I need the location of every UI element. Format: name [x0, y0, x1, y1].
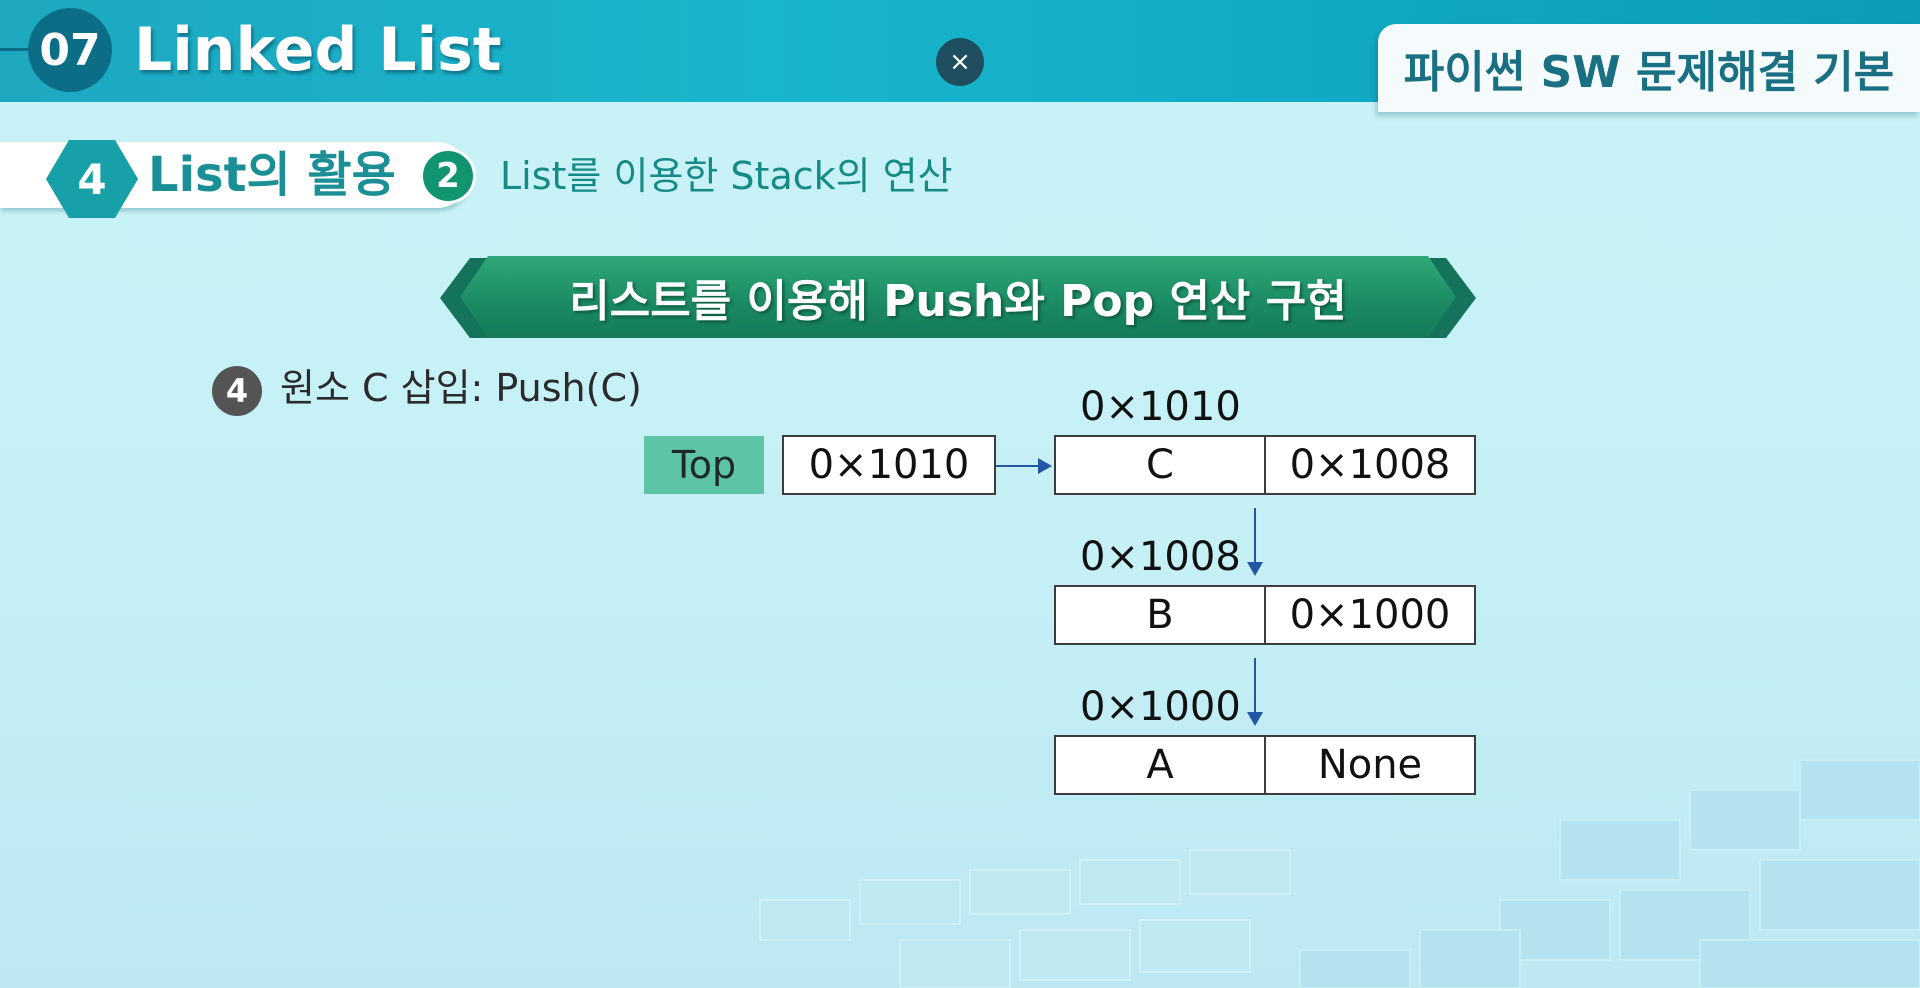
- topic-banner: 리스트를 이용해 Push와 Pop 연산 구현: [460, 256, 1456, 338]
- link-arrow-shaft: [1254, 508, 1256, 564]
- chapter-number-badge: 07: [28, 8, 112, 92]
- top-pointer-value: 0×1010: [782, 435, 996, 495]
- course-title-tab: 파이썬 SW 문제해결 기본: [1378, 24, 1920, 112]
- top-to-node-arrow: [996, 465, 1042, 467]
- node-data-cell: B: [1054, 585, 1266, 645]
- step-number-badge: 4: [212, 366, 262, 416]
- subsection-title: List를 이용한 Stack의 연산: [500, 154, 953, 198]
- link-arrowhead: [1247, 712, 1263, 726]
- link-arrowhead: [1247, 562, 1263, 576]
- node-address-label: 0×1008: [1080, 534, 1241, 580]
- node-link-cell: 0×1000: [1264, 585, 1476, 645]
- close-button[interactable]: ×: [936, 38, 984, 86]
- node-address-label: 0×1000: [1080, 684, 1241, 730]
- close-icon: ×: [949, 47, 971, 77]
- subsection-number-badge: 2: [420, 148, 476, 204]
- top-to-node-arrowhead: [1038, 458, 1052, 474]
- chapter-title: Linked List: [134, 15, 502, 85]
- background-cubes-decoration: [759, 759, 1920, 988]
- node-link-cell: 0×1008: [1264, 435, 1476, 495]
- node-link-cell: None: [1264, 735, 1476, 795]
- node-data-cell: C: [1054, 435, 1266, 495]
- banner-text: 리스트를 이용해 Push와 Pop 연산 구현: [569, 276, 1347, 327]
- section-title: List의 활용: [148, 147, 396, 203]
- node-address-label: 0×1010: [1080, 384, 1241, 430]
- course-title: 파이썬 SW 문제해결 기본: [1403, 47, 1895, 98]
- step-caption: 원소 C 삽입: Push(C): [280, 366, 642, 410]
- link-arrow-shaft: [1254, 658, 1256, 714]
- node-data-cell: A: [1054, 735, 1266, 795]
- top-pointer-label: Top: [644, 436, 764, 494]
